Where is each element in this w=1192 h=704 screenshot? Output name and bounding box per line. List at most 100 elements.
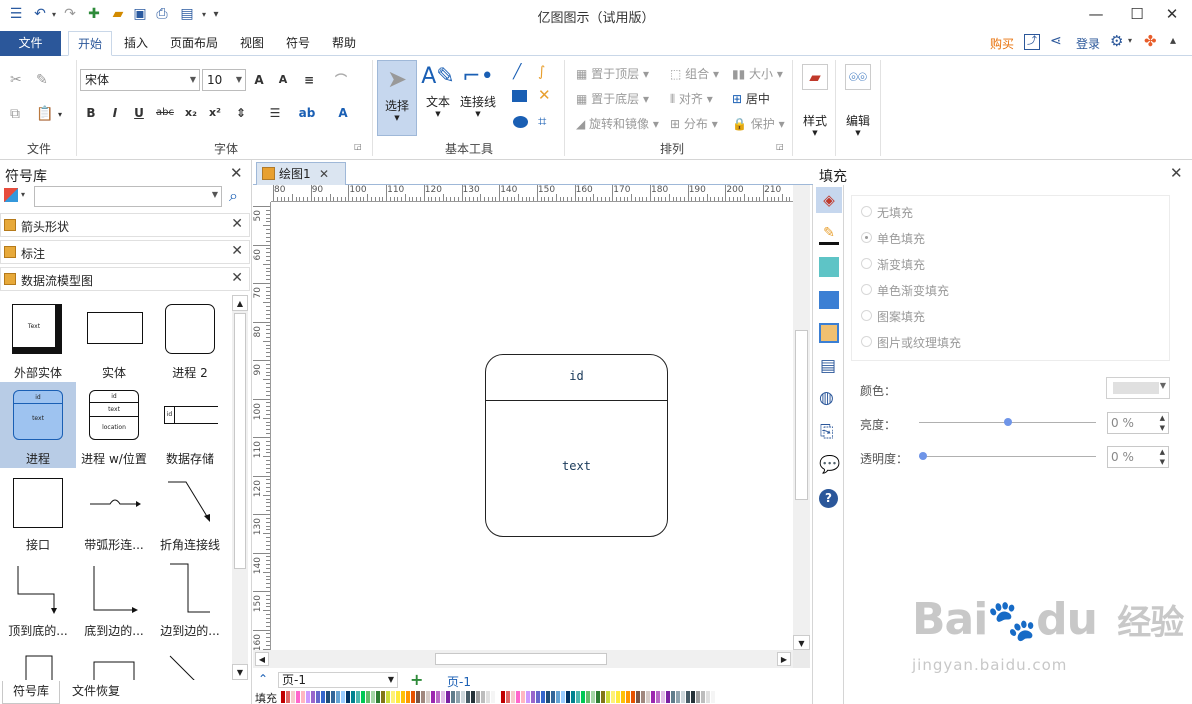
- center-button[interactable]: ⊞ 居中: [732, 90, 770, 107]
- fill-paint-icon[interactable]: ◈: [816, 187, 842, 213]
- shape-external-entity[interactable]: Text 外部实体: [0, 296, 76, 382]
- color-swatch[interactable]: [691, 691, 695, 703]
- color-swatch[interactable]: [391, 691, 395, 703]
- text-tool-button[interactable]: A✎ 文本 ▼: [418, 60, 458, 136]
- color-swatch[interactable]: [406, 691, 410, 703]
- color-swatch[interactable]: [546, 691, 550, 703]
- color-swatch[interactable]: [301, 691, 305, 703]
- color-swatch[interactable]: [486, 691, 490, 703]
- color-swatch[interactable]: [636, 691, 640, 703]
- copy-icon[interactable]: ⧉: [10, 106, 20, 122]
- color-swatch[interactable]: [696, 691, 700, 703]
- font-color-icon[interactable]: A: [334, 104, 352, 122]
- color-swatch[interactable]: [341, 691, 345, 703]
- color-swatch[interactable]: [556, 691, 560, 703]
- color-swatch[interactable]: [701, 691, 705, 703]
- shape-process[interactable]: id text 进程: [0, 382, 76, 468]
- page-tab-1[interactable]: 页-1: [447, 673, 471, 690]
- transparency-input[interactable]: 0 % ▲ ▼: [1107, 446, 1169, 468]
- radio-button[interactable]: [861, 206, 872, 217]
- font-name-select[interactable]: 宋体 ▼: [80, 69, 200, 91]
- tab-file-recovery[interactable]: 文件恢复: [64, 681, 128, 704]
- open-file-icon[interactable]: ▰: [108, 4, 128, 24]
- buy-link[interactable]: 购买: [990, 35, 1014, 52]
- text-curve-icon[interactable]: ⌒: [332, 71, 350, 89]
- crop-tool-icon[interactable]: ⌗: [538, 112, 546, 130]
- color-swatch[interactable]: [311, 691, 315, 703]
- new-file-icon[interactable]: ✚: [84, 4, 104, 24]
- fill-option[interactable]: 渐变填充: [861, 256, 925, 273]
- minimize-button[interactable]: —: [1076, 2, 1116, 26]
- library-section-arrows[interactable]: 箭头形状 ✕: [0, 213, 250, 237]
- share-icon[interactable]: ⋖: [1050, 33, 1062, 49]
- library-category-dropdown-icon[interactable]: ▾: [21, 190, 25, 199]
- rectangle-tool-icon[interactable]: [512, 90, 527, 102]
- fill-option[interactable]: 单色渐变填充: [861, 282, 949, 299]
- color-swatch[interactable]: [506, 691, 510, 703]
- color-swatch[interactable]: [531, 691, 535, 703]
- document-list-icon[interactable]: ▤: [820, 356, 836, 376]
- library-section-dataflow[interactable]: 数据流模型图 ✕: [0, 267, 250, 291]
- cut-icon[interactable]: ✂: [10, 72, 22, 88]
- color-swatch[interactable]: [616, 691, 620, 703]
- color-swatch[interactable]: [461, 691, 465, 703]
- size-button[interactable]: ▮▮ 大小 ▾: [732, 65, 783, 82]
- shape-entity[interactable]: 实体: [76, 296, 152, 382]
- radio-button[interactable]: [861, 258, 872, 269]
- group-button[interactable]: ⬚ 组合 ▾: [670, 65, 719, 82]
- comment-icon[interactable]: 💬: [819, 455, 840, 475]
- maximize-button[interactable]: ☐: [1117, 2, 1157, 26]
- paste-dropdown-icon[interactable]: ▾: [58, 110, 62, 119]
- color-swatch[interactable]: [621, 691, 625, 703]
- close-section-icon[interactable]: ✕: [231, 243, 243, 259]
- radio-button[interactable]: [861, 336, 872, 347]
- canvas-vertical-scrollbar[interactable]: ▼: [793, 185, 810, 650]
- shape-data-store[interactable]: id 数据存储: [152, 382, 228, 468]
- color-swatch[interactable]: [676, 691, 680, 703]
- process-shape-text[interactable]: text: [486, 401, 667, 531]
- radio-button[interactable]: [861, 284, 872, 295]
- customize-toolbar-icon[interactable]: ▾: [206, 4, 226, 24]
- color-swatch[interactable]: [381, 691, 385, 703]
- font-dialog-launcher-icon[interactable]: ◲: [354, 142, 362, 151]
- globe-icon[interactable]: ◍: [819, 388, 834, 408]
- document-tab[interactable]: 绘图1 ✕: [256, 162, 346, 185]
- search-icon[interactable]: ⌕: [229, 186, 238, 206]
- transparency-slider[interactable]: [919, 456, 1096, 457]
- color-swatch[interactable]: [386, 691, 390, 703]
- tab-page-layout[interactable]: 页面布局: [164, 31, 224, 56]
- color-swatch[interactable]: [451, 691, 455, 703]
- radio-button[interactable]: [861, 232, 872, 243]
- arrange-dialog-launcher-icon[interactable]: ◲: [776, 142, 784, 151]
- bring-to-front-button[interactable]: ▦ 置于顶层 ▾: [576, 65, 649, 82]
- color-swatch[interactable]: [581, 691, 585, 703]
- spinner-arrows-icon[interactable]: ▲ ▼: [1160, 413, 1165, 433]
- color-swatch[interactable]: [511, 691, 515, 703]
- shape-interface[interactable]: 接口: [0, 468, 76, 554]
- color-swatch[interactable]: [656, 691, 660, 703]
- shape-process-with-location[interactable]: id text location 进程 w/位置: [76, 382, 152, 468]
- canvas-vscroll-thumb[interactable]: [795, 330, 808, 500]
- underline-icon[interactable]: U: [130, 104, 148, 122]
- shape-process-2[interactable]: 进程 2: [152, 296, 228, 382]
- distribute-button[interactable]: ⊞ 分布 ▾: [670, 115, 718, 132]
- canvas-horizontal-scrollbar[interactable]: ◀ ▶: [253, 650, 793, 668]
- text-align-icon[interactable]: ≡: [300, 71, 318, 89]
- tab-symbol[interactable]: 符号: [278, 31, 318, 56]
- close-tab-icon[interactable]: ✕: [319, 163, 329, 185]
- paste-icon[interactable]: 📋: [36, 106, 53, 122]
- font-size-select[interactable]: 10 ▼: [202, 69, 246, 91]
- fill-option[interactable]: 无填充: [861, 204, 913, 221]
- color-swatch[interactable]: [666, 691, 670, 703]
- share-box-icon[interactable]: ⤴: [1024, 34, 1040, 50]
- font-shrink-icon[interactable]: A: [274, 71, 292, 89]
- shape-arc-connector[interactable]: 带弧形连...: [76, 468, 152, 554]
- tab-insert[interactable]: 插入: [116, 31, 156, 56]
- add-page-icon[interactable]: +: [410, 670, 423, 689]
- scroll-down-icon[interactable]: ▼: [232, 664, 248, 680]
- color-swatch[interactable]: [326, 691, 330, 703]
- color-swatch[interactable]: [466, 691, 470, 703]
- settings-dropdown-icon[interactable]: ▾: [1128, 36, 1132, 45]
- library-scrollbar[interactable]: ▲ ▼: [232, 295, 248, 680]
- tab-view[interactable]: 视图: [232, 31, 272, 56]
